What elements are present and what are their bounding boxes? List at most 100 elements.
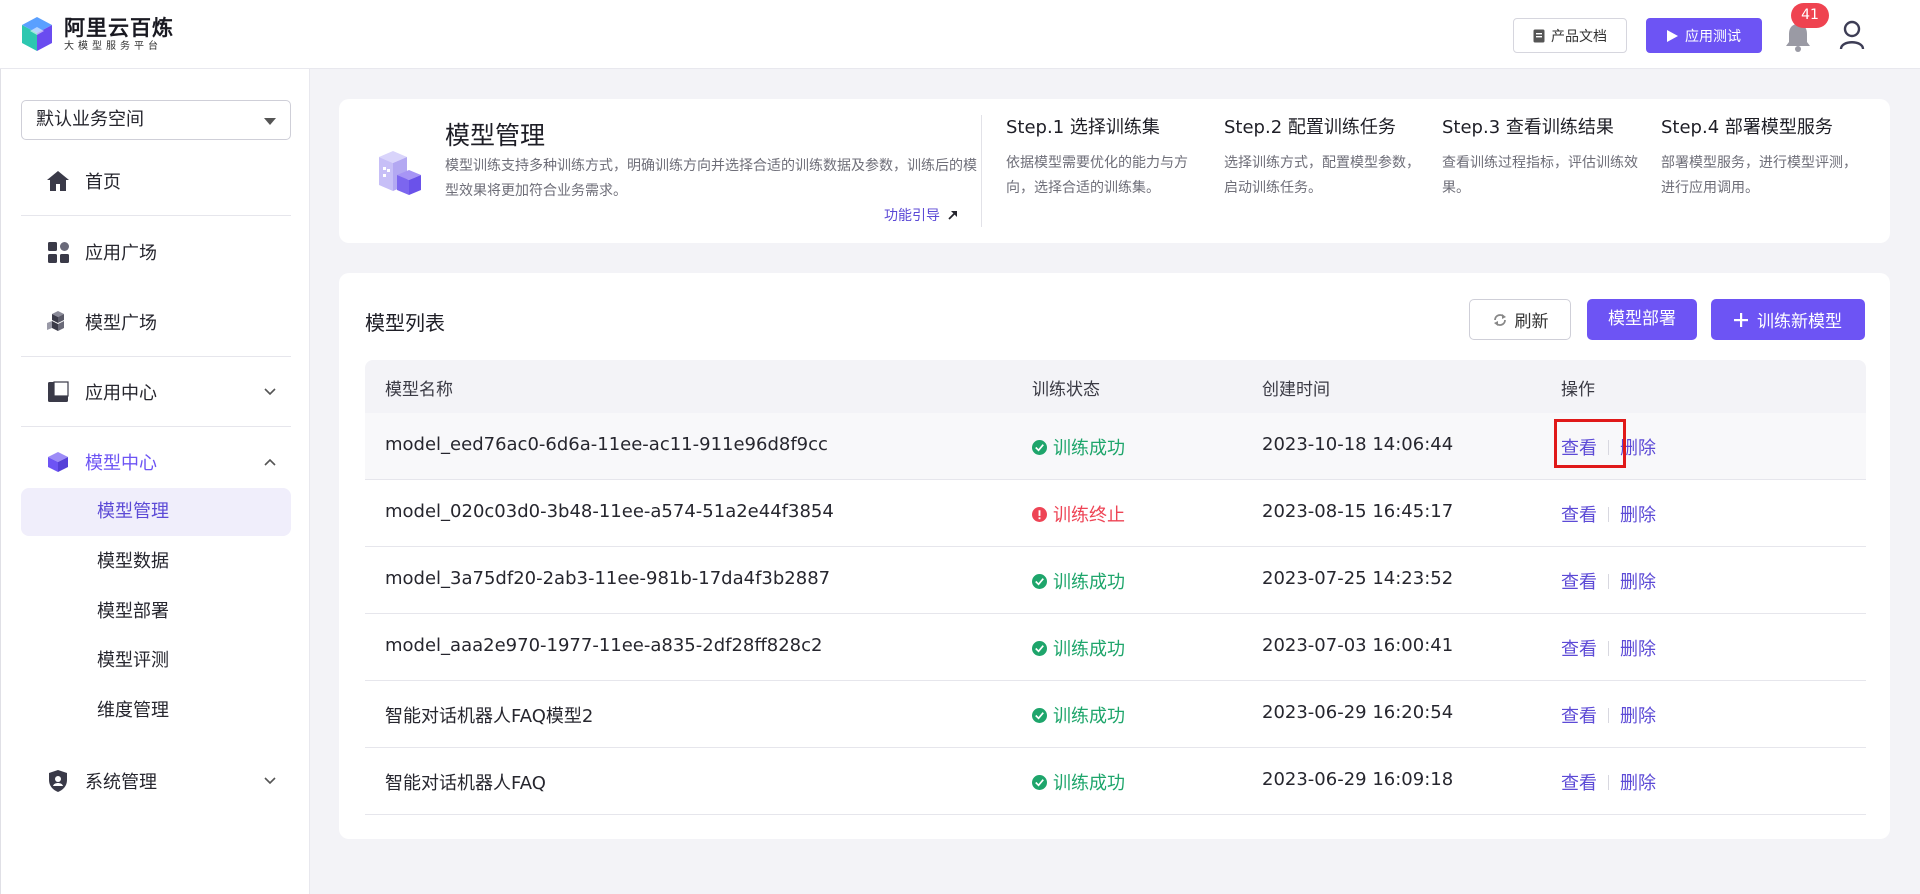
model-deploy-button[interactable]: 模型部署 <box>1587 299 1697 340</box>
sidebar-item-label: 应用广场 <box>85 243 157 264</box>
view-button[interactable]: 查看 <box>1561 635 1597 661</box>
sidebar-item-label: 首页 <box>85 172 121 193</box>
sidebar-subitem-model-evaluation[interactable]: 模型评测 <box>21 637 291 685</box>
refresh-button[interactable]: 刷新 <box>1469 299 1571 340</box>
column-header-created: 创建时间 <box>1262 380 1330 400</box>
intro-divider <box>981 115 982 227</box>
view-button[interactable]: 查看 <box>1561 769 1597 795</box>
sidebar-item-label: 应用中心 <box>85 383 157 404</box>
app-grid-icon <box>48 242 69 263</box>
step-4: Step.4 部署模型服务 部署模型服务，进行模型评测，进行应用调用。 <box>1661 115 1861 201</box>
model-list-title: 模型列表 <box>365 311 445 335</box>
sidebar: 默认业务空间 首页 应用广场 模型广场 应用中心 模型中心 模型管理 模型数据 … <box>0 69 310 894</box>
sidebar-subitem-dimension-management[interactable]: 维度管理 <box>21 687 291 735</box>
sidebar-divider <box>21 356 291 357</box>
notification-badge: 41 <box>1791 3 1829 28</box>
step-2: Step.2 配置训练任务 选择训练方式，配置模型参数，启动训练任务。 <box>1224 115 1424 201</box>
step-description: 部署模型服务，进行模型评测，进行应用调用。 <box>1661 155 1857 196</box>
intro-card: 模型管理 模型训练支持多种训练方式，明确训练方向并选择合适的训练数据及参数，训练… <box>339 99 1890 243</box>
sidebar-item-label: 模型中心 <box>85 453 157 474</box>
top-header: 阿里云百炼 大模型服务平台 产品文档 应用测试 41 <box>0 0 1920 69</box>
feature-guide-label: 功能引导 <box>884 208 940 224</box>
train-new-model-label: 训练新模型 <box>1757 312 1842 332</box>
chevron-down-icon <box>264 388 276 396</box>
sidebar-item-app-center[interactable]: 应用中心 <box>21 367 291 417</box>
step-title: Step.2 配置训练任务 <box>1224 117 1396 138</box>
check-circle-icon <box>1032 774 1047 790</box>
step-title: Step.3 查看训练结果 <box>1442 117 1614 138</box>
model-name: model_aaa2e970-1977-11ee-a835-2df28ff828… <box>385 635 823 656</box>
row-actions: 查看 删除 <box>1561 635 1656 661</box>
table-row: 智能对话机器人FAQ 训练成功 2023-06-29 16:09:18 查看 删除 <box>365 748 1866 815</box>
check-circle-icon <box>1032 573 1047 589</box>
column-header-name: 模型名称 <box>385 380 453 400</box>
training-status-label: 训练成功 <box>1053 438 1125 459</box>
workspace-value: 默认业务空间 <box>36 109 144 130</box>
step-1: Step.1 选择训练集 依据模型需要优化的能力与方向，选择合适的训练集。 <box>1006 115 1206 201</box>
table-row: 智能对话机器人FAQ模型2 训练成功 2023-06-29 16:20:54 查看 删除 <box>365 681 1866 748</box>
created-time: 2023-06-29 16:20:54 <box>1262 702 1454 723</box>
sidebar-item-home[interactable]: 首页 <box>21 156 291 206</box>
page-description: 模型训练支持多种训练方式，明确训练方向并选择合适的训练数据及参数，训练后的模型效… <box>445 158 977 199</box>
sidebar-subitem-model-deploy[interactable]: 模型部署 <box>21 588 291 636</box>
delete-button[interactable]: 删除 <box>1620 501 1656 527</box>
sidebar-divider <box>21 215 291 216</box>
sidebar-item-label: 模型广场 <box>85 313 157 334</box>
step-description: 查看训练过程指标，评估训练效果。 <box>1442 155 1638 196</box>
brand-title: 阿里云百炼 <box>64 16 174 40</box>
brand-logo[interactable]: 阿里云百炼 大模型服务平台 <box>18 15 174 55</box>
sidebar-item-app-plaza[interactable]: 应用广场 <box>21 227 291 277</box>
alert-circle-icon <box>1032 506 1047 522</box>
column-header-actions: 操作 <box>1561 380 1595 400</box>
train-new-model-button[interactable]: 训练新模型 <box>1711 299 1865 340</box>
step-description: 选择训练方式，配置模型参数，启动训练任务。 <box>1224 155 1420 196</box>
model-cube-icon <box>48 452 68 472</box>
table-row: model_eed76ac0-6d6a-11ee-ac11-911e96d8f9… <box>365 413 1866 480</box>
plus-icon <box>1734 312 1748 327</box>
table-row: model_3a75df20-2ab3-11ee-981b-17da4f3b28… <box>365 547 1866 614</box>
training-status: 训练成功 <box>1032 702 1125 728</box>
view-button[interactable]: 查看 <box>1561 702 1597 728</box>
view-highlight-box <box>1554 419 1626 468</box>
caret-down-icon <box>264 118 276 125</box>
model-name: 智能对话机器人FAQ模型2 <box>385 706 594 727</box>
table-body: model_eed76ac0-6d6a-11ee-ac11-911e96d8f9… <box>365 413 1866 815</box>
check-circle-icon <box>1032 707 1047 723</box>
sidebar-item-system-management[interactable]: 系统管理 <box>21 756 291 806</box>
training-status-label: 训练成功 <box>1053 639 1125 660</box>
delete-button[interactable]: 删除 <box>1620 568 1656 594</box>
delete-button[interactable]: 删除 <box>1620 769 1656 795</box>
product-docs-button[interactable]: 产品文档 <box>1513 18 1627 53</box>
table-row: model_aaa2e970-1977-11ee-a835-2df28ff828… <box>365 614 1866 681</box>
workspace-select[interactable]: 默认业务空间 <box>21 100 291 140</box>
model-name: model_020c03d0-3b48-11ee-a574-51a2e44f38… <box>385 501 834 522</box>
sidebar-subitem-model-data[interactable]: 模型数据 <box>21 538 291 586</box>
model-name: model_eed76ac0-6d6a-11ee-ac11-911e96d8f9… <box>385 434 828 455</box>
training-status: 训练成功 <box>1032 769 1125 795</box>
view-button[interactable]: 查看 <box>1561 568 1597 594</box>
sidebar-item-label: 系统管理 <box>85 772 157 793</box>
row-actions: 查看 删除 <box>1561 501 1656 527</box>
training-status: 训练成功 <box>1032 434 1125 460</box>
row-actions: 查看 删除 <box>1561 702 1656 728</box>
sidebar-item-model-center[interactable]: 模型中心 <box>21 437 291 487</box>
column-header-status: 训练状态 <box>1032 380 1100 400</box>
feature-guide-link[interactable]: 功能引导 <box>884 205 958 225</box>
check-circle-icon <box>1032 640 1047 656</box>
document-icon <box>1533 29 1545 42</box>
training-status: 训练终止 <box>1032 501 1125 527</box>
created-time: 2023-07-25 14:23:52 <box>1262 568 1454 589</box>
model-list-card: 模型列表 刷新 模型部署 训练新模型 模型名称 训练状态 创建时间 操作 mod… <box>339 273 1890 839</box>
delete-button[interactable]: 删除 <box>1620 702 1656 728</box>
view-button[interactable]: 查看 <box>1561 501 1597 527</box>
app-test-button[interactable]: 应用测试 <box>1646 18 1762 53</box>
row-actions: 查看 删除 <box>1561 769 1656 795</box>
sidebar-item-model-plaza[interactable]: 模型广场 <box>21 297 291 347</box>
action-divider <box>1608 573 1609 589</box>
delete-button[interactable]: 删除 <box>1620 635 1656 661</box>
user-avatar-icon[interactable] <box>1838 19 1866 51</box>
sidebar-subitem-model-management[interactable]: 模型管理 <box>21 488 291 536</box>
training-status-label: 训练成功 <box>1053 706 1125 727</box>
brand-logo-icon <box>22 17 52 51</box>
cubes-icon <box>47 311 64 331</box>
